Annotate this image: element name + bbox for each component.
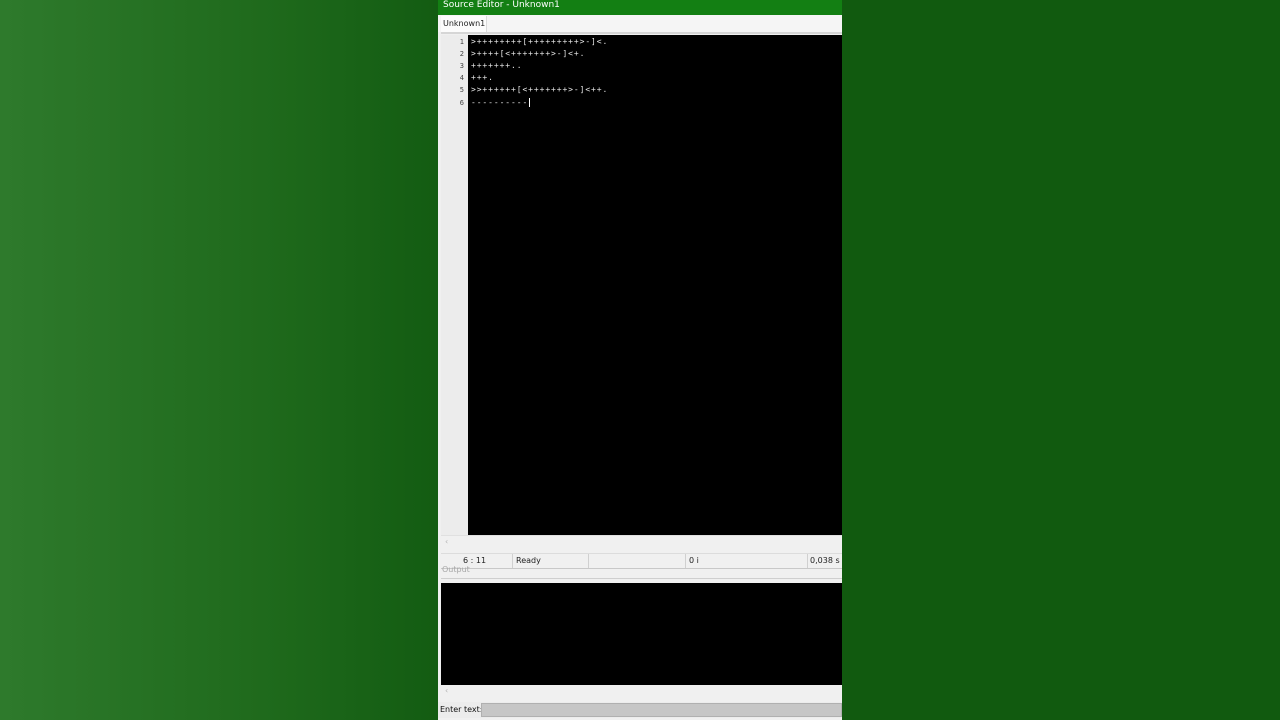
code-line[interactable]: >>++++++[<+++++++>-]<++. — [471, 84, 608, 96]
status-text: Ready — [513, 554, 589, 568]
line-number: 1 — [459, 38, 464, 46]
instruction-count: 0 i — [686, 554, 808, 568]
code-line[interactable]: >++++[<+++++++>-]<+. — [471, 48, 585, 60]
line-number: 3 — [459, 62, 464, 70]
tab-strip: Unknown1 — [438, 15, 842, 32]
source-editor-window: Source Editor - Unknown1 Unknown1 1 2 3 … — [438, 0, 842, 720]
input-label: Enter text: — [440, 705, 483, 714]
chevron-left-icon[interactable]: ‹ — [445, 685, 448, 697]
line-number: 4 — [459, 74, 464, 82]
enter-text-input[interactable] — [481, 703, 842, 717]
output-console[interactable] — [441, 583, 842, 685]
window-title: Source Editor - Unknown1 — [438, 0, 842, 15]
chevron-left-icon[interactable]: ‹ — [445, 536, 448, 548]
output-label: Output — [442, 565, 470, 574]
code-line-text: ---------- — [471, 98, 529, 107]
code-line-current[interactable]: ---------- — [471, 97, 531, 109]
line-number: 5 — [459, 86, 464, 94]
tab-divider — [441, 32, 842, 34]
code-line[interactable]: +++++++.. — [471, 60, 522, 72]
text-cursor — [529, 98, 531, 107]
execution-time: 0,038 s — [810, 556, 840, 565]
editor-horizontal-scrollbar[interactable]: ‹ — [441, 535, 842, 549]
input-row: Enter text: — [438, 702, 842, 718]
tab-unknown1[interactable]: Unknown1 — [441, 16, 487, 32]
output-horizontal-scrollbar[interactable]: ‹ — [441, 685, 842, 698]
output-divider — [441, 578, 842, 579]
code-line[interactable]: >++++++++[+++++++++>-]<. — [471, 36, 608, 48]
status-bar: 6 : 11 Ready 0 i 0,038 s — [441, 553, 842, 569]
line-number: 2 — [459, 50, 464, 58]
line-number: 6 — [459, 99, 464, 107]
line-number-gutter: 1 2 3 4 5 6 — [441, 35, 468, 535]
background-right — [842, 0, 1280, 720]
status-empty-cell — [589, 554, 686, 568]
background-left — [0, 0, 438, 720]
code-line[interactable]: +++. — [471, 72, 494, 84]
code-editor[interactable]: 1 2 3 4 5 6 >++++++++[+++++++++>-]<. >++… — [441, 35, 842, 535]
